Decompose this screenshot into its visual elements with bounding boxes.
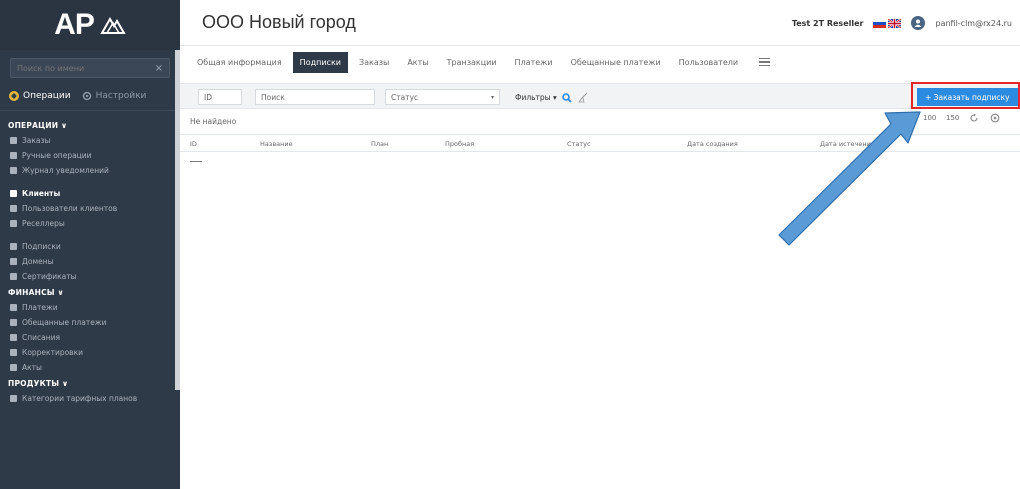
column-header-trial[interactable]: Пробная [445,140,474,148]
settings-icon[interactable] [990,113,1000,123]
sidebar-item-certificates[interactable]: Сертификаты [0,269,180,284]
tab-orders[interactable]: Заказы [352,52,396,73]
sidebar-tab-operations-label: Операции [23,91,71,101]
sidebar-tabs: Операции Настройки [0,78,180,111]
content-tabs: Общая информация Подписки Заказы Акты Тр… [190,49,771,75]
operations-icon [9,91,19,101]
status-select[interactable]: Статус ▾ [385,89,500,105]
clear-filter-broom-icon[interactable] [577,92,588,103]
sidebar-item-manual-operations[interactable]: Ручные операции [0,148,180,163]
edit-icon [10,349,17,356]
logo-mark-icon [100,16,126,34]
column-header-expires[interactable]: Дата истечения [820,140,875,148]
sidebar-item-payments[interactable]: Платежи [0,300,180,315]
sidebar-item-resellers[interactable]: Реселлеры [0,216,180,231]
status-select-label: Статус [391,92,419,102]
page-size-50[interactable]: 50 [900,114,912,122]
highlight-frame [911,82,1020,109]
clear-icon[interactable]: × [155,63,163,74]
nav-section-operations[interactable]: ОПЕРАЦИИ ∨ [0,117,180,133]
sidebar-item-clients[interactable]: Клиенты [0,186,180,201]
more-tabs-menu-icon[interactable] [759,57,771,67]
column-header-status[interactable]: Статус [567,140,591,148]
users-icon [10,205,17,212]
lock-icon [10,273,17,280]
sidebar-search-input[interactable] [17,63,155,73]
sidebar-tab-operations[interactable]: Операции [8,90,71,102]
building-icon [10,190,17,197]
chevron-down-icon: ▾ [490,93,494,101]
reseller-name[interactable]: Test 2T Reseller [792,19,864,28]
sidebar-search[interactable]: × [10,58,170,78]
gear-icon [82,91,91,101]
page-size-100[interactable]: 100 [923,114,936,122]
tab-subscriptions[interactable]: Подписки [292,51,348,73]
pin-icon [10,304,17,311]
sidebar-item-write-offs[interactable]: Списания [0,330,180,345]
header-right: Test 2T Reseller panfil-clm@rx24.ru [792,0,1012,46]
sidebar-tab-settings[interactable]: Настройки [81,90,147,102]
user-icon [914,19,922,27]
sidebar-item-notification-log[interactable]: Журнал уведомлений [0,163,180,178]
page-header: ООО Новый город Test 2T Reseller panfil-… [180,0,1020,46]
column-header-created[interactable]: Дата создания [687,140,738,148]
handshake-icon [10,319,17,326]
briefcase-icon [10,220,17,227]
pencil-icon [10,334,17,341]
tab-general-info[interactable]: Общая информация [190,52,289,73]
hand-icon [10,152,17,159]
sidebar-tab-settings-label: Настройки [95,91,147,101]
refresh-icon[interactable] [969,113,979,123]
document-icon [10,243,17,250]
sidebar-item-adjustments[interactable]: Корректировки [0,345,180,360]
search-icon[interactable] [561,92,572,103]
filter-toolbar: ID Поиск Статус ▾ Фильтры ▾ + Заказать п… [180,83,1020,109]
search-input[interactable]: Поиск [255,89,375,105]
tab-promised-payments[interactable]: Обещанные платежи [564,52,668,73]
tab-transactions[interactable]: Транзакции [440,52,504,73]
page-title: ООО Новый город [202,12,356,32]
sidebar-item-acts[interactable]: Акты [0,360,180,375]
filters-button[interactable]: Фильтры ▾ [515,93,557,102]
table-icon [10,364,17,371]
logo-text: AP [54,8,95,41]
list-icon [10,167,17,174]
cart-icon [10,137,17,144]
flag-ru-icon[interactable] [873,18,887,28]
sitemap-icon [10,258,17,265]
logo[interactable]: AP [0,0,180,50]
sidebar-item-promised-payments[interactable]: Обещанные платежи [0,315,180,330]
grid-icon [10,395,17,402]
page-size-controls: 50 100 150 [900,113,1000,123]
sidebar-item-subscriptions[interactable]: Подписки [0,239,180,254]
sidebar-nav: ОПЕРАЦИИ ∨ Заказы Ручные операции Журнал… [0,111,180,406]
empty-state-text: Не найдено [190,117,237,126]
nav-section-finance[interactable]: ФИНАНСЫ ∨ [0,284,180,300]
user-email[interactable]: panfil-clm@rx24.ru [935,19,1012,28]
page-size-150[interactable]: 150 [946,114,959,122]
empty-row-placeholder [190,161,202,162]
avatar[interactable] [911,16,926,30]
sidebar-item-domains[interactable]: Домены [0,254,180,269]
column-header-plan[interactable]: План [371,140,388,148]
sidebar-item-plan-categories[interactable]: Категории тарифных планов [0,391,180,406]
tab-acts[interactable]: Акты [400,52,435,73]
sidebar-item-client-users[interactable]: Пользователи клиентов [0,201,180,216]
column-header-id[interactable]: ID [190,140,197,148]
filters-control[interactable]: Фильтры ▾ [515,92,588,103]
flag-uk-icon[interactable] [888,18,902,28]
language-switch[interactable] [873,18,902,28]
tab-users[interactable]: Пользователи [672,52,745,73]
sidebar: AP × Операции Настройки ОПЕРАЦИИ ∨ Заказ… [0,0,180,489]
id-filter-input[interactable]: ID [198,89,242,105]
table-header: ID Название План Пробная Статус Дата соз… [180,134,1020,152]
nav-section-products[interactable]: ПРОДУКТЫ ∨ [0,375,180,391]
column-header-name[interactable]: Название [260,140,293,148]
tab-payments[interactable]: Платежи [508,52,560,73]
sidebar-item-orders[interactable]: Заказы [0,133,180,148]
